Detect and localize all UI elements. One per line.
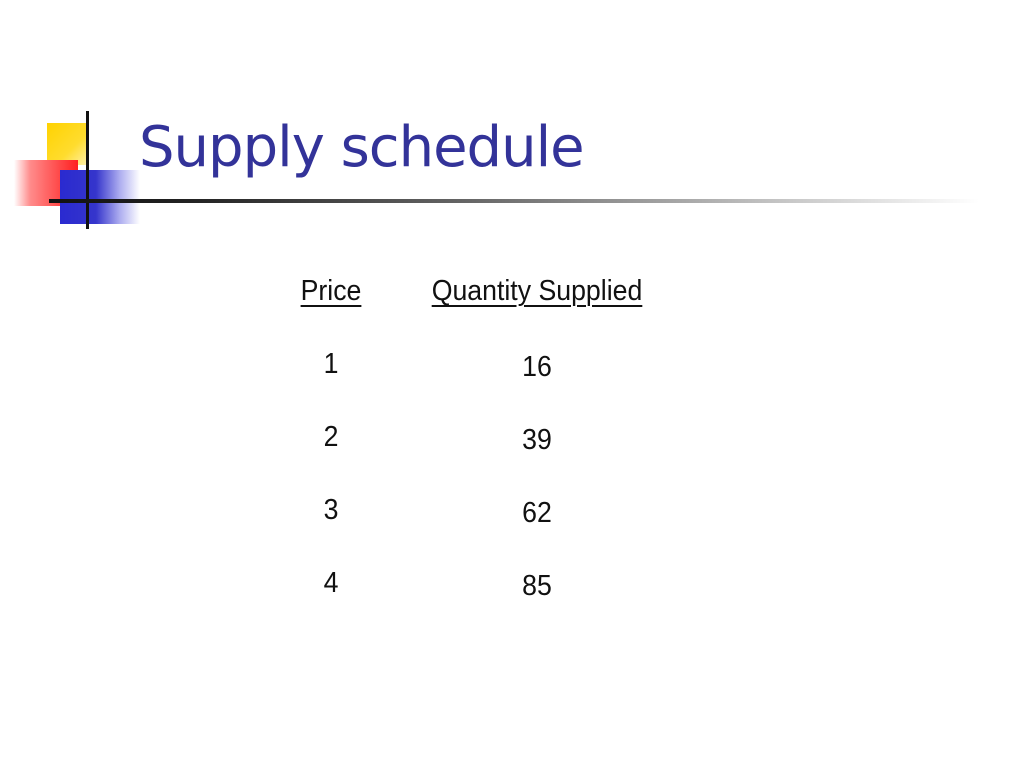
- quantity-cell: 62: [522, 497, 552, 529]
- price-cell: 4: [323, 567, 339, 599]
- price-cell: 1: [323, 348, 339, 380]
- decorative-blue-square: [60, 170, 140, 224]
- quantity-cell: 85: [522, 570, 552, 602]
- title-underline-rule: [49, 199, 979, 203]
- slide: Supply schedule Price Quantity Supplied …: [0, 0, 1024, 768]
- price-cell: 2: [323, 421, 339, 453]
- quantity-cell: 16: [522, 351, 552, 383]
- slide-title: Supply schedule: [139, 115, 585, 180]
- quantity-cell: 39: [522, 424, 552, 456]
- decorative-yellow-square: [47, 123, 89, 165]
- decorative-vertical-line: [86, 111, 89, 229]
- price-cell: 3: [323, 494, 339, 526]
- price-column-header: Price: [300, 275, 362, 307]
- quantity-column-header: Quantity Supplied: [431, 275, 643, 307]
